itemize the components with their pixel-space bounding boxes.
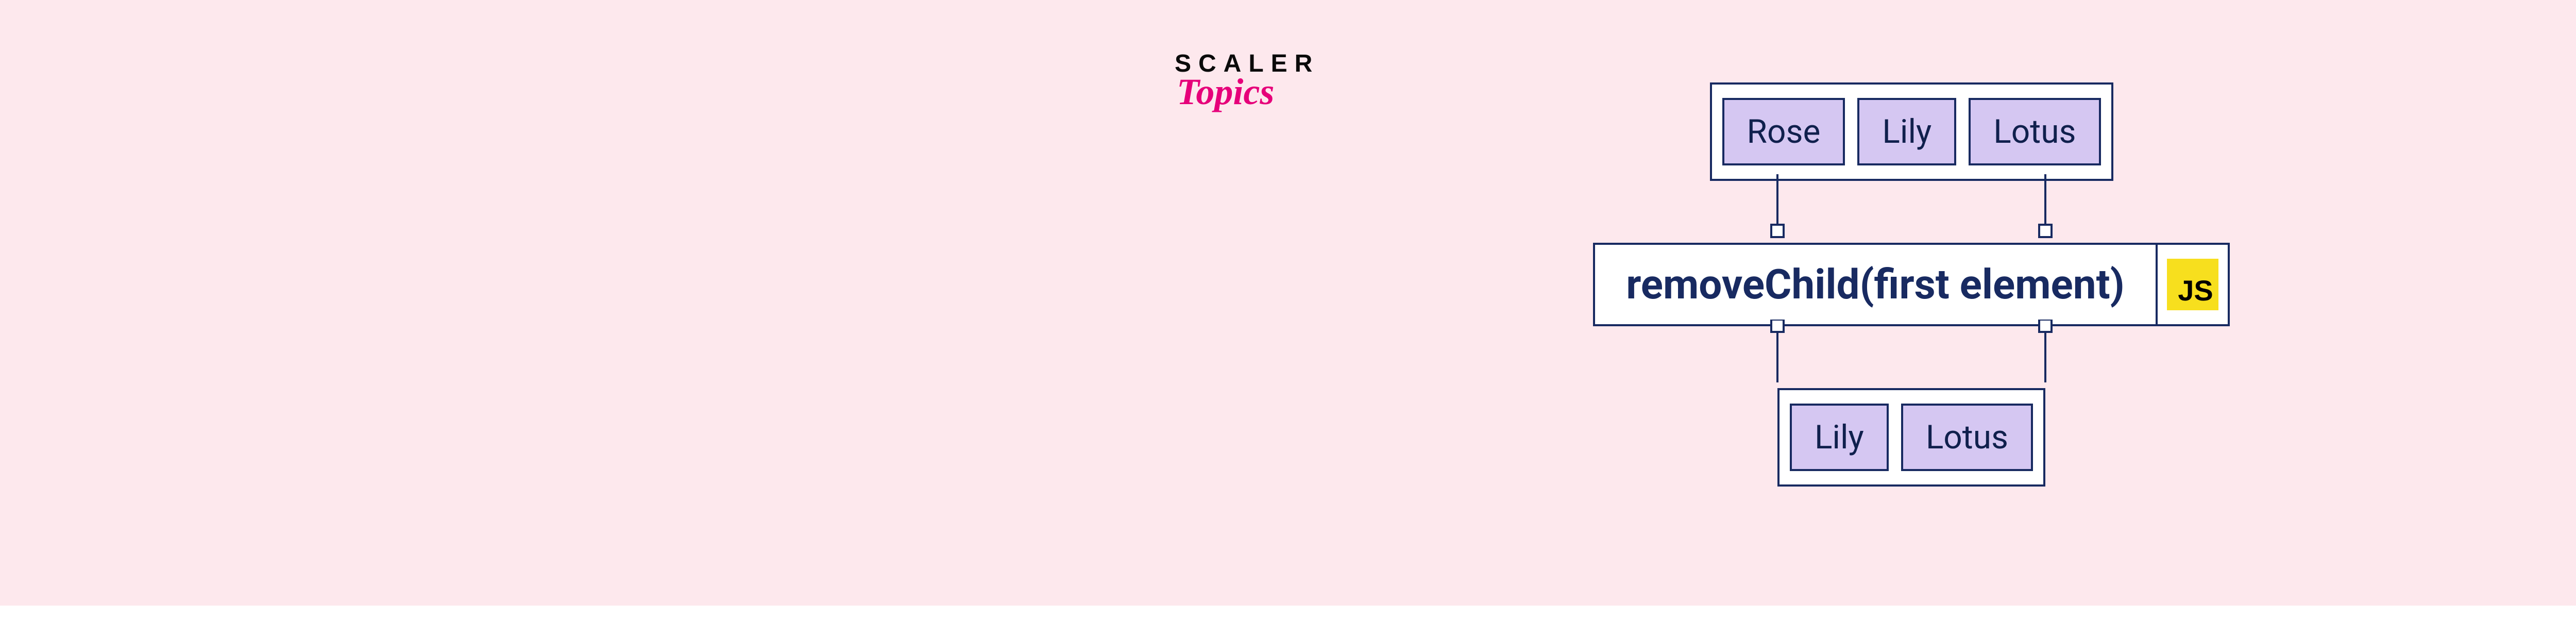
scaler-topics-logo: SCALER Topics — [1175, 52, 1319, 110]
output-array-row: Lily Lotus — [1422, 388, 2401, 487]
connector-bottom — [1422, 320, 2401, 387]
array-item-lotus: Lotus — [1969, 98, 2100, 165]
logo-line2: Topics — [1177, 73, 1274, 110]
js-badge-container: JS — [2156, 245, 2228, 324]
method-label: removeChild(first element) — [1595, 245, 2156, 324]
removechild-diagram: Rose Lily Lotus removeChild(first elemen… — [1422, 82, 2401, 487]
input-array-row: Rose Lily Lotus — [1422, 82, 2401, 181]
array-item-lily-out: Lily — [1790, 404, 1889, 471]
js-icon: JS — [2167, 259, 2218, 310]
output-array-container: Lily Lotus — [1777, 388, 2045, 487]
input-array-container: Rose Lily Lotus — [1710, 82, 2113, 181]
method-container: removeChild(first element) JS — [1593, 243, 2230, 326]
diagram-canvas: SCALER Topics Rose Lily Lotus removeChil… — [0, 0, 2576, 606]
method-row: removeChild(first element) JS — [1422, 243, 2401, 326]
connector-top — [1422, 174, 2401, 241]
array-item-rose: Rose — [1722, 98, 1845, 165]
array-item-lily: Lily — [1857, 98, 1956, 165]
array-item-lotus-out: Lotus — [1901, 404, 2033, 471]
